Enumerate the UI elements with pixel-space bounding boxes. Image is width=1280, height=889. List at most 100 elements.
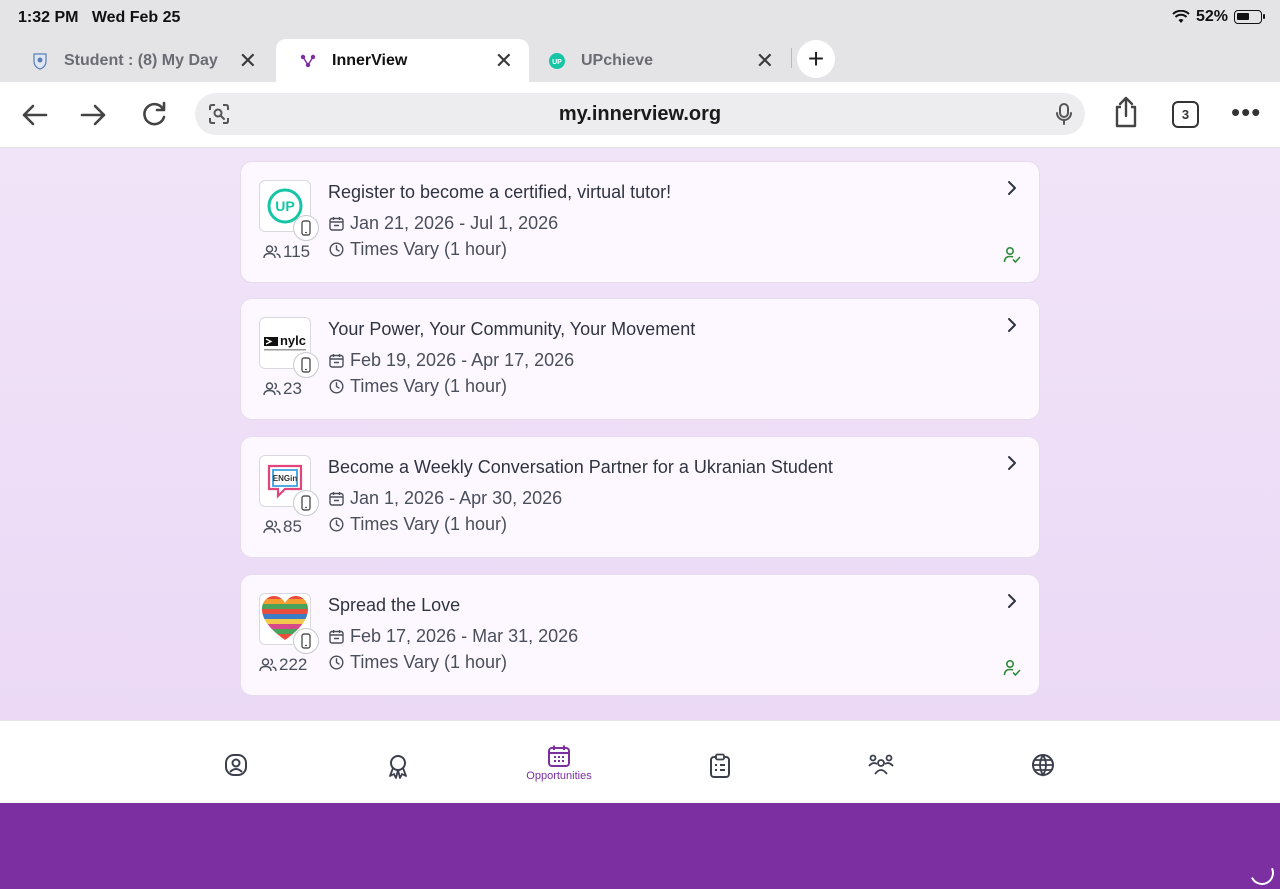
registered-user-icon bbox=[1003, 659, 1021, 682]
school-crest-icon bbox=[30, 51, 50, 71]
clipboard-list-icon bbox=[710, 753, 730, 778]
url-text: my.innerview.org bbox=[558, 103, 722, 125]
chevron-right-icon[interactable] bbox=[1007, 455, 1017, 476]
address-bar[interactable]: my.innerview.org bbox=[195, 93, 1085, 135]
tab-title: UPchieve bbox=[581, 51, 654, 69]
chevron-right-icon[interactable] bbox=[1007, 593, 1017, 614]
arrow-left-icon bbox=[22, 104, 48, 126]
tab-bar: Student : (8) My Day ✕ InnerView ✕ UP UP… bbox=[0, 34, 1280, 82]
participant-count: 23 bbox=[263, 379, 302, 399]
chevron-right-icon[interactable] bbox=[1007, 317, 1017, 338]
forward-button[interactable] bbox=[78, 99, 110, 131]
time-text: Times Vary (1 hour) bbox=[350, 652, 508, 672]
people-icon bbox=[259, 658, 277, 672]
nav-explore[interactable] bbox=[1003, 753, 1083, 777]
opportunity-card[interactable]: ENGin 85 Become a Weekly Conversation Pa… bbox=[240, 436, 1040, 558]
reload-icon bbox=[143, 101, 166, 126]
more-options-button[interactable]: ••• bbox=[1231, 99, 1261, 125]
chevron-right-icon[interactable] bbox=[1007, 180, 1017, 201]
loading-spinner-icon bbox=[1246, 857, 1278, 889]
browser-toolbar: my.innerview.org 3 ••• bbox=[0, 82, 1280, 148]
battery-icon bbox=[1234, 10, 1265, 24]
nav-profile[interactable] bbox=[196, 753, 276, 777]
group-icon bbox=[868, 754, 894, 775]
opportunity-card[interactable]: UP 115 Register to become a certified, v… bbox=[240, 161, 1040, 283]
participant-number: 23 bbox=[283, 379, 302, 398]
clock-icon bbox=[329, 379, 344, 394]
time-text: Times Vary (1 hour) bbox=[350, 514, 508, 534]
svg-text:UP: UP bbox=[552, 59, 562, 66]
nav-community[interactable] bbox=[841, 753, 921, 777]
date-text: Feb 17, 2026 - Mar 31, 2026 bbox=[350, 626, 579, 646]
date-text: Jan 21, 2026 - Jul 1, 2026 bbox=[350, 213, 559, 233]
calendar-icon bbox=[329, 354, 344, 368]
participant-count: 85 bbox=[263, 517, 302, 537]
tab-title: Student : (8) My Day bbox=[64, 51, 218, 69]
close-icon[interactable]: ✕ bbox=[756, 49, 774, 72]
opportunity-card[interactable]: 222 Spread the Love Feb 17, 2026 - Mar 3… bbox=[240, 574, 1040, 696]
date-range: Feb 19, 2026 - Apr 17, 2026 bbox=[329, 350, 574, 371]
date-range: Feb 17, 2026 - Mar 31, 2026 bbox=[329, 626, 578, 647]
calendar-icon bbox=[548, 745, 570, 767]
time-info: Times Vary (1 hour) bbox=[329, 514, 507, 535]
logo-text: ENGin bbox=[273, 474, 298, 483]
opportunity-title: Spread the Love bbox=[328, 595, 461, 615]
date-text: Jan 1, 2026 - Apr 30, 2026 bbox=[350, 488, 563, 508]
logo-text: UP bbox=[275, 198, 294, 214]
back-button[interactable] bbox=[18, 99, 50, 131]
participant-count: 115 bbox=[263, 242, 310, 262]
date-text: Feb 19, 2026 - Apr 17, 2026 bbox=[350, 350, 575, 370]
reload-button[interactable] bbox=[138, 99, 170, 131]
tab-count: 3 bbox=[1181, 107, 1190, 122]
time-text: Times Vary (1 hour) bbox=[350, 239, 508, 259]
participant-number: 115 bbox=[283, 242, 311, 261]
share-button[interactable] bbox=[1110, 96, 1142, 128]
opportunity-title: Register to become a certified, virtual … bbox=[328, 182, 672, 202]
participant-number: 222 bbox=[279, 655, 308, 674]
date-range: Jan 1, 2026 - Apr 30, 2026 bbox=[329, 488, 562, 509]
calendar-icon bbox=[329, 217, 344, 231]
status-clock: 1:32 PM bbox=[18, 9, 79, 26]
clock-icon bbox=[329, 242, 344, 257]
clock-icon bbox=[329, 517, 344, 532]
wifi-icon bbox=[1172, 10, 1190, 23]
status-date: Wed Feb 25 bbox=[91, 9, 181, 26]
plus-icon: + bbox=[807, 43, 825, 74]
microphone-icon[interactable] bbox=[1053, 102, 1075, 131]
phone-icon bbox=[293, 628, 319, 654]
nav-label: Opportunities bbox=[526, 770, 592, 782]
new-tab-button[interactable]: + bbox=[797, 40, 835, 78]
registered-user-icon bbox=[1003, 246, 1021, 269]
opportunity-title: Your Power, Your Community, Your Movemen… bbox=[328, 319, 696, 339]
opportunity-title: Become a Weekly Conversation Partner for… bbox=[328, 457, 833, 477]
opportunity-card[interactable]: nylc 23 Your Power, Your Community, Your… bbox=[240, 298, 1040, 420]
tab-title: InnerView bbox=[332, 51, 408, 69]
tab-upchieve[interactable]: UP UPchieve ✕ bbox=[525, 39, 790, 82]
phone-icon bbox=[293, 490, 319, 516]
tab-separator bbox=[791, 48, 792, 68]
nav-opportunities[interactable]: Opportunities bbox=[519, 744, 599, 782]
footer-band bbox=[0, 803, 1280, 889]
upchieve-logo-icon: UP bbox=[547, 51, 567, 71]
battery-percent: 52% bbox=[1195, 8, 1228, 25]
date-range: Jan 21, 2026 - Jul 1, 2026 bbox=[329, 213, 558, 234]
close-icon[interactable]: ✕ bbox=[495, 49, 513, 72]
share-icon bbox=[1115, 96, 1137, 128]
nav-tasks[interactable] bbox=[680, 753, 760, 779]
logo-text: nylc bbox=[280, 333, 306, 348]
tab-innerview[interactable]: InnerView ✕ bbox=[276, 39, 529, 82]
close-icon[interactable]: ✕ bbox=[239, 49, 257, 72]
bottom-navigation: Opportunities bbox=[0, 720, 1280, 803]
award-ribbon-icon bbox=[389, 755, 407, 779]
participant-number: 85 bbox=[283, 517, 302, 536]
time-info: Times Vary (1 hour) bbox=[329, 239, 507, 260]
clock-icon bbox=[329, 655, 344, 670]
status-time: 1:32 PM Wed Feb 25 bbox=[18, 9, 180, 27]
nav-achievements[interactable] bbox=[358, 753, 438, 779]
phone-icon bbox=[293, 352, 319, 378]
participant-count: 222 bbox=[259, 655, 307, 675]
phone-icon bbox=[293, 215, 319, 241]
user-circle-icon bbox=[225, 754, 247, 776]
tab-student-my-day[interactable]: Student : (8) My Day ✕ bbox=[8, 39, 273, 82]
tab-overview-button[interactable]: 3 bbox=[1172, 101, 1199, 128]
